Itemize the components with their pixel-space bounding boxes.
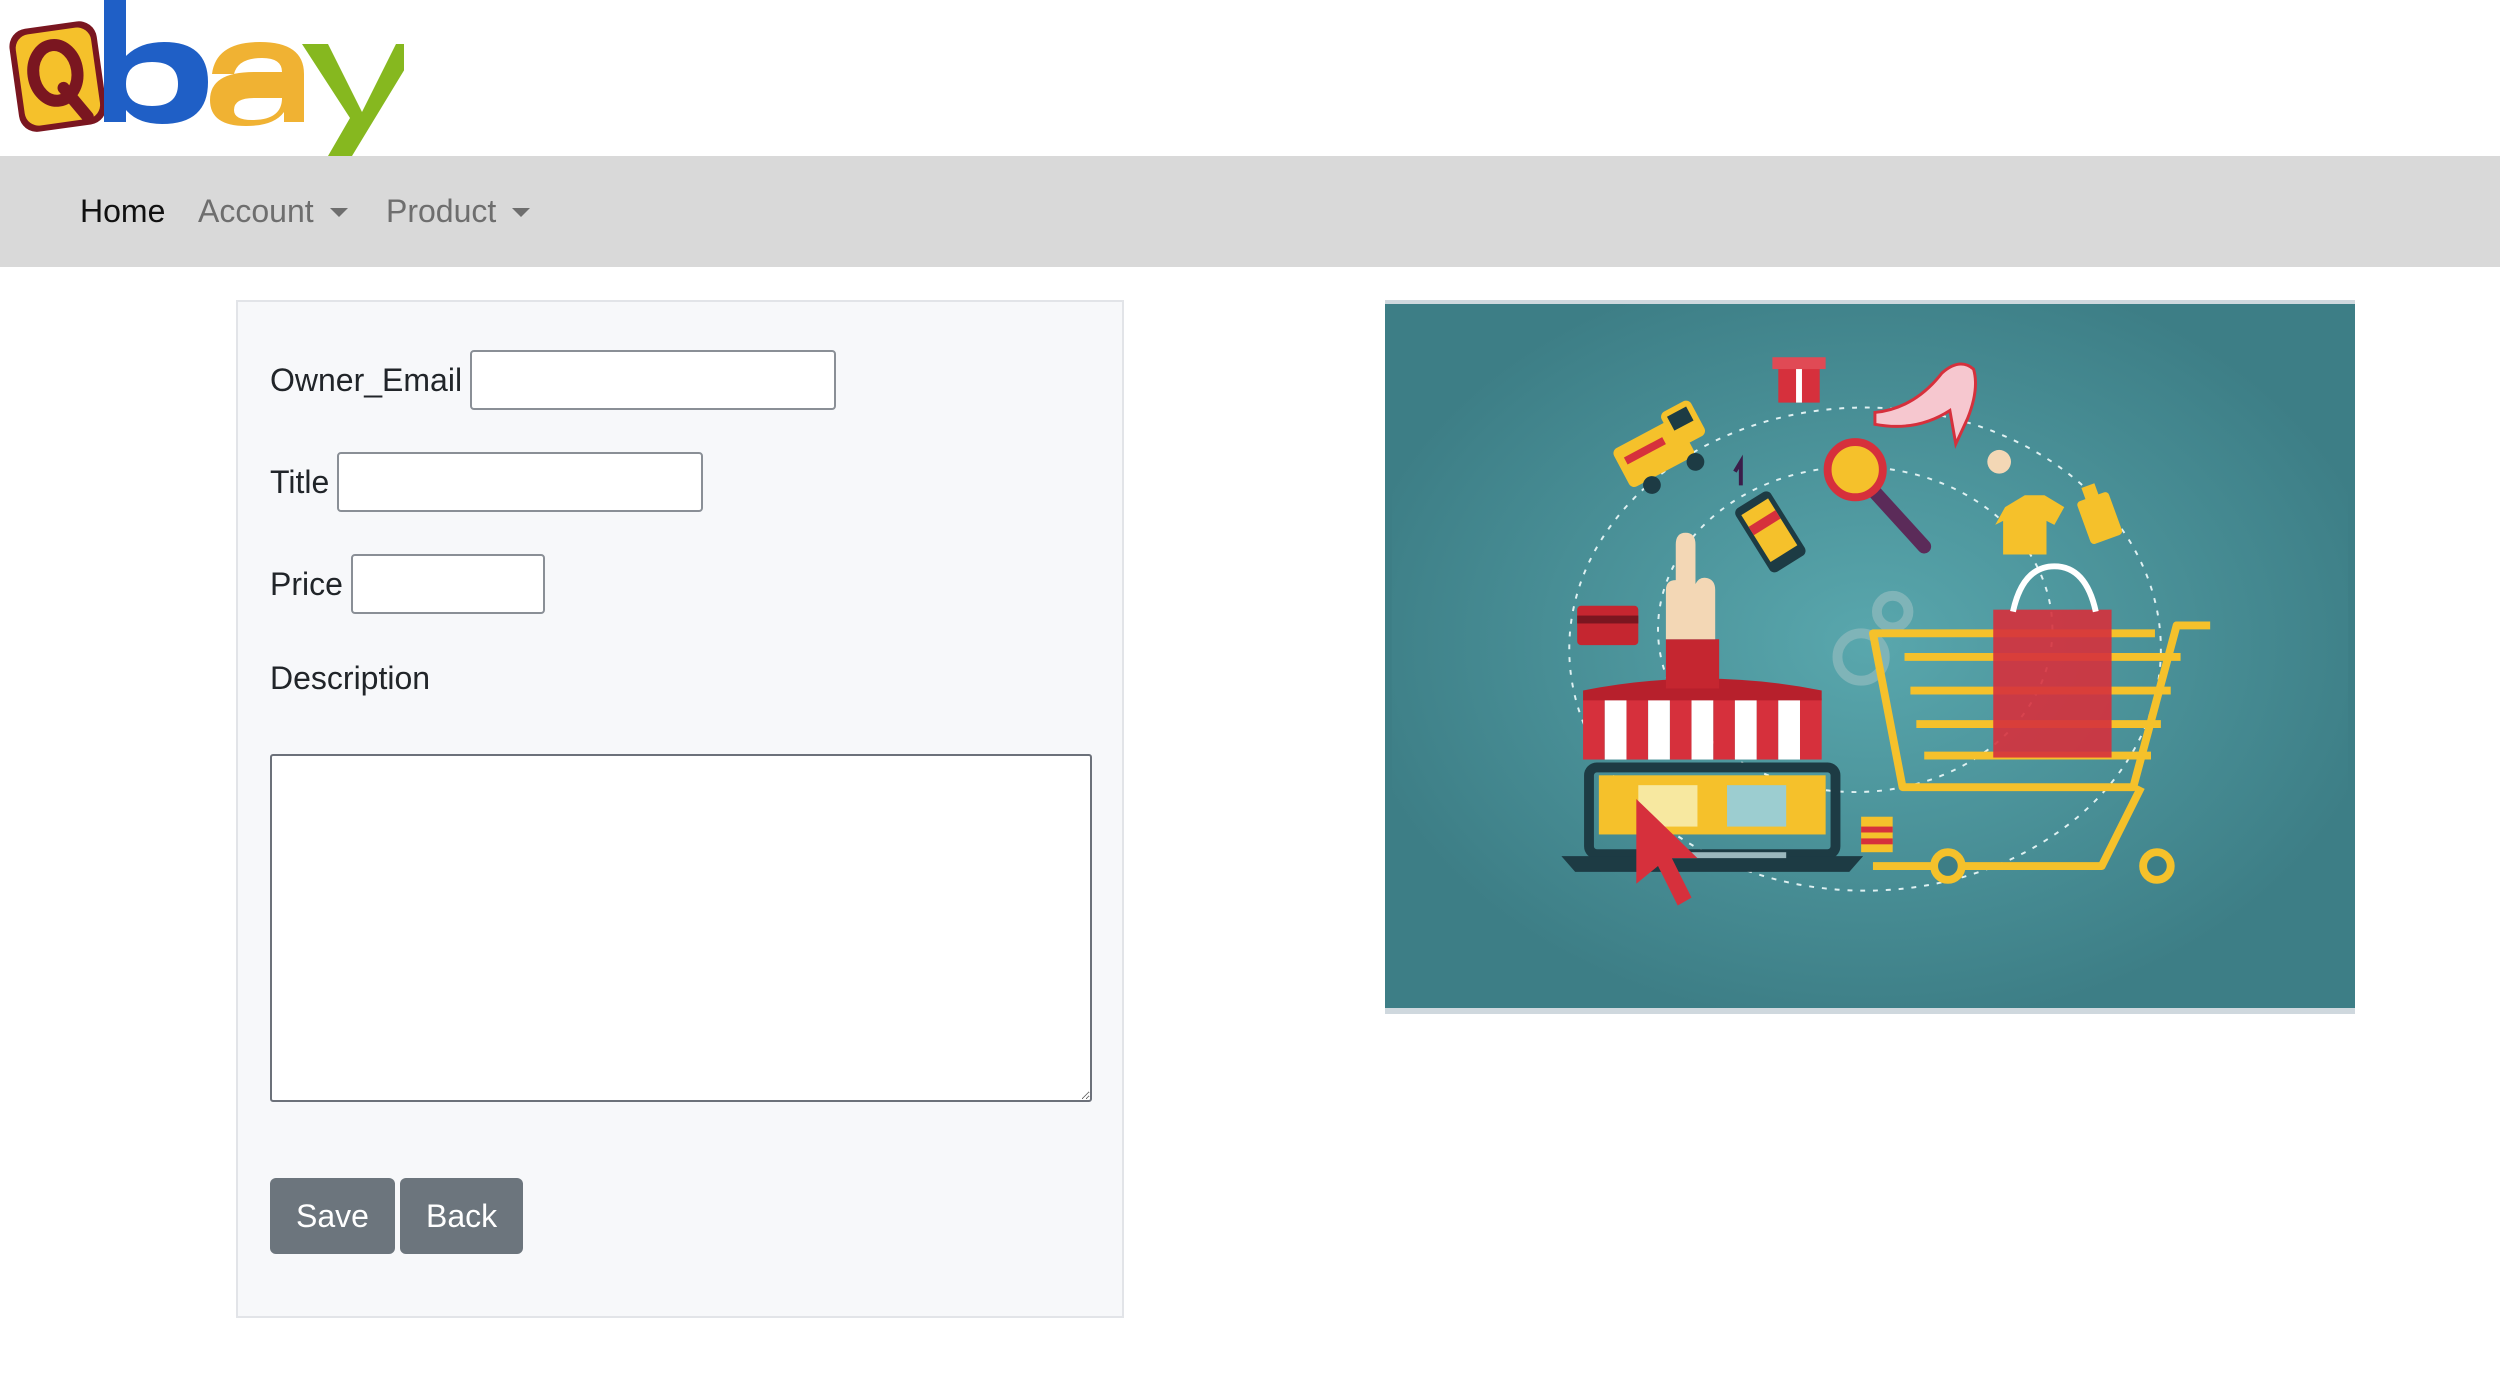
product-form-card: Owner_Email Title Price Description Save… (236, 300, 1124, 1318)
credit-card-icon (1577, 605, 1639, 646)
owner-email-field[interactable] (470, 350, 837, 410)
title-row: Title (270, 452, 704, 512)
gift-icon (1772, 357, 1826, 403)
price-label: Price (270, 565, 343, 602)
qbay-logo-icon (9, 0, 404, 156)
nav-product-dropdown[interactable]: Product (386, 156, 531, 267)
description-textarea[interactable] (270, 754, 1092, 1102)
nav-account-label: Account (198, 193, 314, 229)
price-field[interactable] (350, 554, 545, 614)
nav-product-label: Product (386, 193, 497, 229)
ecommerce-illustration (1385, 300, 2355, 1014)
brand-logo[interactable] (4, 0, 404, 156)
ecommerce-illustration-graphic (1391, 304, 2349, 1008)
save-button[interactable]: Save (270, 1178, 395, 1254)
price-row: Price (270, 554, 545, 614)
watch-icon (1987, 449, 2011, 474)
nav-home-link[interactable]: Home (80, 156, 165, 267)
chevron-down-icon (329, 208, 348, 217)
title-label: Title (270, 463, 330, 500)
chevron-down-icon (512, 208, 531, 217)
description-label: Description (270, 660, 431, 696)
storefront-icon (1583, 678, 1826, 835)
nav-account-dropdown[interactable]: Account (198, 156, 348, 267)
owner-email-row: Owner_Email (270, 350, 837, 410)
title-field[interactable] (337, 452, 704, 512)
owner-email-label: Owner_Email (270, 361, 463, 398)
nav-home-label: Home (80, 193, 166, 229)
main-navbar: Home Account Product (0, 156, 2500, 267)
back-button[interactable]: Back (400, 1178, 524, 1254)
small-bag-icon (1861, 816, 1893, 853)
